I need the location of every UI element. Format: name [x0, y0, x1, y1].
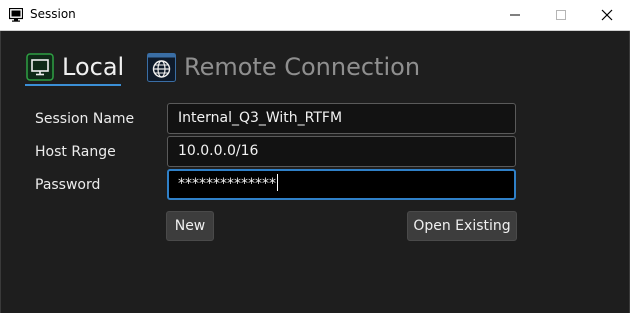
- close-icon: [601, 9, 613, 21]
- session-name-value: Internal_Q3_With_RTFM: [178, 110, 343, 126]
- session-name-input[interactable]: Internal_Q3_With_RTFM: [167, 103, 516, 134]
- tab-remote-connection[interactable]: Remote Connection: [147, 48, 420, 86]
- host-range-label: Host Range: [35, 144, 116, 160]
- minimize-icon: [510, 14, 520, 16]
- globe-icon: [147, 52, 176, 82]
- new-button[interactable]: New: [166, 211, 214, 241]
- open-existing-button[interactable]: Open Existing: [407, 211, 517, 241]
- tab-local[interactable]: Local: [26, 48, 124, 86]
- window-title: Session: [30, 7, 76, 21]
- host-range-input[interactable]: 10.0.0.0/16: [167, 136, 516, 167]
- host-range-value: 10.0.0.0/16: [178, 143, 259, 159]
- password-value: **************: [178, 176, 276, 192]
- text-caret: [277, 174, 278, 191]
- password-input[interactable]: **************: [167, 169, 516, 200]
- close-button[interactable]: [584, 0, 630, 30]
- monitor-icon: [26, 53, 54, 81]
- tab-local-label: Local: [62, 53, 125, 81]
- minimize-button[interactable]: [492, 0, 538, 30]
- maximize-icon: [556, 10, 566, 20]
- app-icon: [9, 8, 23, 22]
- session-dialog: Local Remote Connection Session Name Int…: [0, 31, 630, 313]
- password-label: Password: [35, 177, 101, 193]
- active-tab-indicator: [25, 84, 121, 86]
- session-name-label: Session Name: [35, 111, 135, 127]
- tab-remote-connection-label: Remote Connection: [184, 53, 421, 81]
- maximize-button[interactable]: [538, 0, 584, 30]
- title-bar[interactable]: Session: [0, 0, 630, 31]
